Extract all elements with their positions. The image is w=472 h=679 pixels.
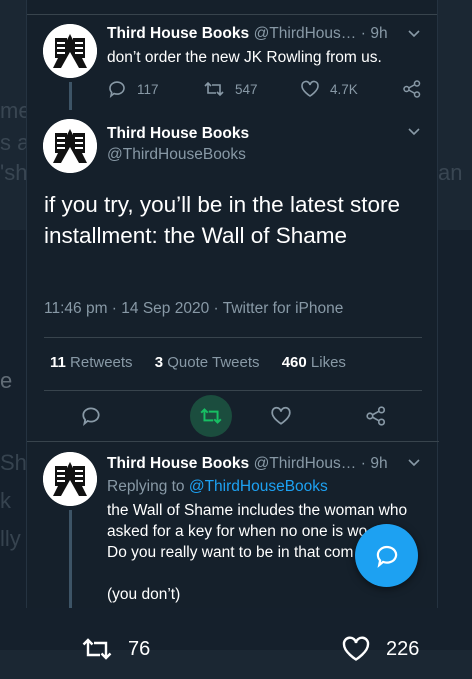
background-text: k	[0, 488, 11, 513]
retweets-stat[interactable]: 11 Retweets	[50, 354, 151, 371]
author-name[interactable]: Third House Books	[107, 25, 249, 42]
separator: ·	[111, 300, 117, 317]
separator: ·	[360, 25, 366, 42]
third-house-books-logo-icon	[43, 452, 97, 506]
share-icon	[402, 79, 422, 99]
thread-line	[69, 82, 72, 110]
background-text: an	[438, 160, 463, 185]
bottom-action-bar: 76 226	[0, 620, 472, 679]
like-icon	[340, 634, 372, 664]
tweet-header: Third House Books @ThirdHous… · 9h	[107, 25, 388, 43]
third-house-books-logo-icon	[43, 24, 97, 78]
author-handle[interactable]: @ThirdHous…	[254, 25, 357, 42]
background-text: Sh	[0, 450, 27, 475]
like-count: 226	[386, 637, 420, 660]
tweet-time[interactable]: 9h	[370, 25, 387, 42]
reply-text-line: the Wall of Shame includes the woman who	[107, 502, 408, 519]
like-icon	[270, 405, 292, 427]
reply-count: 117	[137, 81, 159, 97]
chevron-down-icon[interactable]	[407, 456, 421, 470]
share-action[interactable]	[402, 79, 422, 99]
like-icon	[300, 79, 320, 99]
avatar[interactable]	[43, 24, 97, 78]
retweet-count: 76	[128, 637, 151, 660]
tweet-header: Third House Books @ThirdHous… · 9h	[107, 455, 388, 473]
like-action[interactable]	[270, 405, 292, 427]
third-house-books-logo-icon	[43, 119, 97, 173]
separator: ·	[360, 455, 366, 472]
divider	[27, 14, 437, 15]
share-action[interactable]	[365, 405, 387, 427]
bottom-like[interactable]: 226	[340, 634, 419, 664]
divider	[44, 390, 422, 391]
background-text: lly	[0, 526, 21, 551]
avatar[interactable]	[43, 119, 97, 173]
like-count: 4.7K	[330, 81, 358, 97]
main-tweet-text: if you try, you’ll be in the latest stor…	[44, 192, 401, 248]
like-action[interactable]: 4.7K	[300, 79, 358, 99]
reply-icon	[80, 405, 102, 427]
tweet-meta: 11:46 pm · 14 Sep 2020 · Twitter for iPh…	[44, 300, 343, 318]
retweet-icon	[80, 634, 114, 664]
compose-fab-button[interactable]	[355, 524, 418, 587]
background-text: 'sh	[0, 160, 28, 185]
replying-to-label: Replying to	[107, 478, 185, 495]
share-icon	[365, 405, 387, 427]
tweet-time[interactable]: 11:46 pm	[44, 300, 107, 317]
tweet-stats: 11 Retweets 3 Quote Tweets 460 Likes	[50, 354, 364, 371]
background-text: s a	[0, 130, 30, 155]
avatar[interactable]	[43, 452, 97, 506]
reply-action[interactable]	[80, 405, 102, 427]
retweet-icon	[199, 405, 223, 427]
author-name[interactable]: Third House Books	[107, 455, 249, 472]
chevron-down-icon[interactable]	[407, 125, 421, 139]
compose-fab-icon	[374, 543, 400, 569]
tweet-date[interactable]: 14 Sep 2020	[121, 300, 209, 317]
divider	[27, 441, 439, 442]
background-text: e	[0, 368, 13, 393]
replying-to: Replying to @ThirdHouseBooks	[107, 478, 328, 496]
replying-to-link[interactable]: @ThirdHouseBooks	[189, 478, 328, 495]
author-handle[interactable]: @ThirdHouseBooks	[107, 146, 246, 163]
retweet-action[interactable]: 547	[203, 79, 258, 99]
author-handle[interactable]: @ThirdHous…	[254, 455, 357, 472]
tweet-time[interactable]: 9h	[370, 455, 387, 472]
reply-icon	[107, 79, 127, 99]
bottom-retweet[interactable]: 76	[80, 634, 150, 664]
separator: ·	[213, 300, 219, 317]
divider	[44, 337, 422, 338]
retweet-icon	[203, 79, 225, 99]
tweet-author-handle: @ThirdHouseBooks	[107, 146, 246, 164]
retweet-count: 547	[235, 81, 258, 97]
tweet-thread-card: Third House Books @ThirdHous… · 9h don’t…	[26, 0, 439, 608]
tweet-text: don’t order the new JK Rowling from us.	[107, 49, 382, 66]
reply-action[interactable]: 117	[107, 79, 159, 99]
thread-line	[69, 510, 72, 608]
retweet-action-active[interactable]	[190, 395, 232, 437]
tweet-source[interactable]: Twitter for iPhone	[223, 300, 344, 317]
author-name[interactable]: Third House Books	[107, 125, 249, 142]
likes-stat[interactable]: 460 Likes	[282, 354, 364, 371]
chevron-down-icon[interactable]	[407, 27, 421, 41]
reply-text-line: (you don’t)	[107, 586, 181, 603]
tweet-author-name: Third House Books	[107, 125, 249, 143]
quote-tweets-stat[interactable]: 3 Quote Tweets	[155, 354, 278, 371]
